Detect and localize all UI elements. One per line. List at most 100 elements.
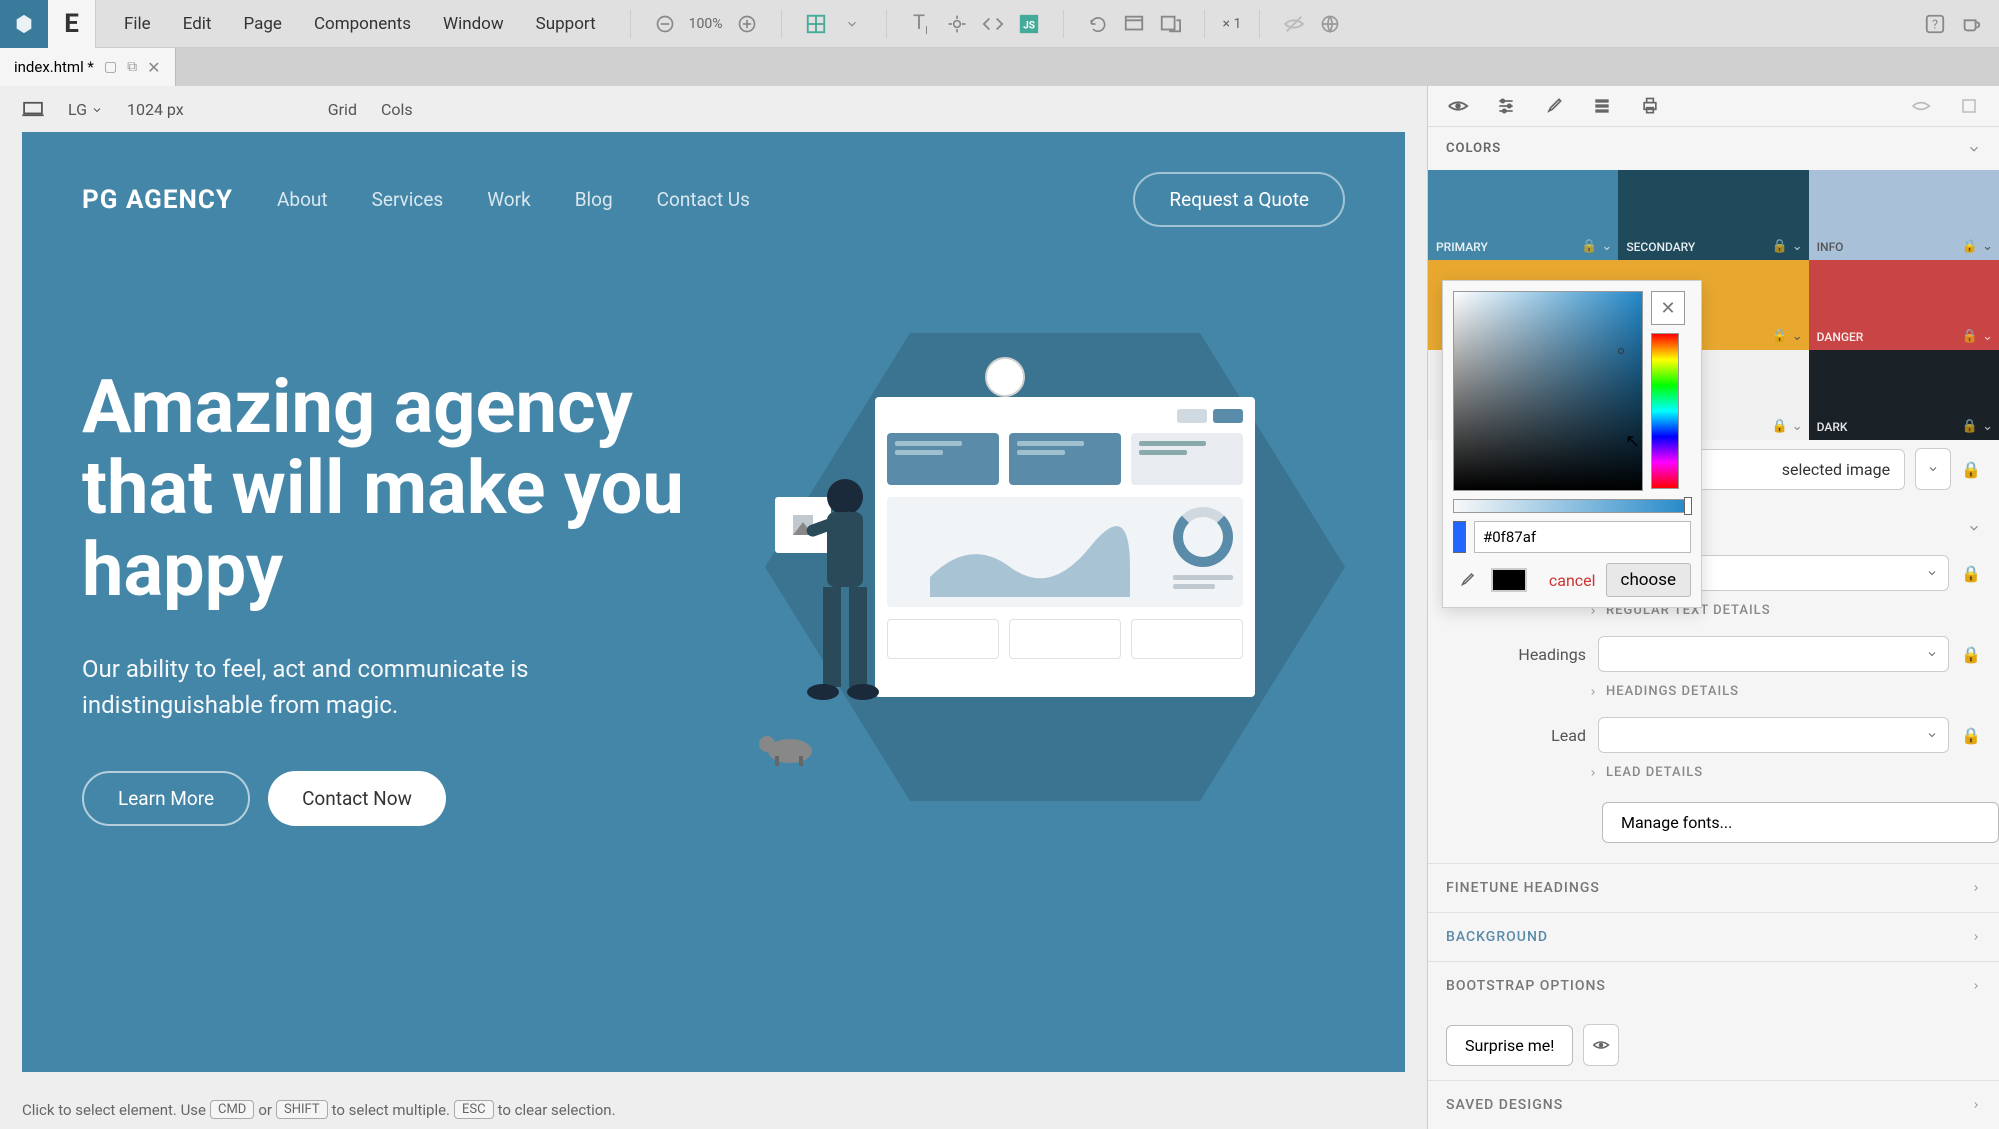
- swatch-primary[interactable]: PRIMARY 🔒⌄: [1428, 170, 1618, 260]
- quote-button[interactable]: Request a Quote: [1133, 172, 1345, 227]
- swatch-danger[interactable]: DANGER 🔒⌄: [1809, 260, 1999, 350]
- nav-contact[interactable]: Contact Us: [657, 188, 750, 211]
- grid-icon[interactable]: [804, 12, 828, 36]
- image-dropdown[interactable]: [1915, 448, 1951, 490]
- nav-blog[interactable]: Blog: [575, 188, 613, 211]
- editor-logo[interactable]: E: [48, 0, 96, 48]
- eyedropper-icon[interactable]: [1453, 566, 1481, 594]
- clock-icon: [985, 357, 1025, 397]
- nav-about[interactable]: About: [277, 188, 328, 211]
- hero-title[interactable]: Amazing agency that will make you happy: [82, 367, 685, 611]
- lock-icon[interactable]: 🔒: [1961, 726, 1981, 745]
- menu-components[interactable]: Components: [298, 14, 427, 34]
- globe-icon[interactable]: [1318, 12, 1342, 36]
- lock-icon[interactable]: 🔒: [1772, 239, 1788, 254]
- lock-icon[interactable]: 🔒: [1772, 329, 1788, 344]
- tab-sliders-icon[interactable]: [1486, 86, 1526, 126]
- chevron-down-icon[interactable]: ⌄: [1792, 329, 1803, 344]
- alpha-slider[interactable]: [1453, 499, 1691, 513]
- colors-section-title[interactable]: COLORS: [1428, 127, 1999, 170]
- js-icon[interactable]: JS: [1017, 12, 1041, 36]
- saved-designs-section[interactable]: SAVED DESIGNS: [1428, 1080, 1999, 1129]
- lock-icon[interactable]: 🔒: [1772, 419, 1788, 434]
- choose-button[interactable]: choose: [1606, 563, 1691, 597]
- menu-file[interactable]: File: [108, 14, 167, 34]
- breakpoint-label[interactable]: LG: [68, 100, 103, 119]
- page-canvas[interactable]: PG AGENCY About Services Work Blog Conta…: [22, 132, 1405, 1072]
- hex-input[interactable]: [1474, 521, 1691, 553]
- chevron-down-icon[interactable]: ⌄: [1601, 239, 1612, 254]
- app-logo-icon[interactable]: [0, 0, 48, 48]
- tab-print-icon[interactable]: [1630, 86, 1670, 126]
- nav-services[interactable]: Services: [372, 188, 444, 211]
- headings-select[interactable]: [1598, 636, 1949, 672]
- finetune-headings-section[interactable]: FINETUNE HEADINGS: [1428, 863, 1999, 912]
- manage-fonts-button[interactable]: Manage fonts...: [1602, 802, 1999, 843]
- saturation-area[interactable]: [1453, 291, 1643, 491]
- swatch-info[interactable]: INFO 🔒⌄: [1809, 170, 1999, 260]
- chevron-down-icon[interactable]: ⌄: [1982, 419, 1993, 434]
- duplicate-icon[interactable]: ⧉: [127, 59, 137, 75]
- lock-icon[interactable]: 🔒: [1961, 460, 1981, 479]
- cols-toggle[interactable]: Cols: [381, 100, 413, 119]
- lock-icon[interactable]: 🔒: [1581, 239, 1597, 254]
- chevron-down-icon[interactable]: [840, 12, 864, 36]
- brand-logo[interactable]: PG AGENCY: [82, 185, 233, 215]
- hero-illustration[interactable]: [725, 367, 1345, 826]
- refresh-design-button[interactable]: [1583, 1024, 1619, 1066]
- bootstrap-options-section[interactable]: BOOTSTRAP OPTIONS: [1428, 961, 1999, 1010]
- chevron-down-icon[interactable]: ⌄: [1792, 419, 1803, 434]
- color-cursor[interactable]: [1618, 348, 1624, 354]
- lock-icon[interactable]: 🔒: [1962, 419, 1978, 434]
- file-tab[interactable]: index.html * ▢ ⧉ ✕: [0, 48, 176, 86]
- device-icon[interactable]: [22, 101, 44, 117]
- help-icon[interactable]: ?: [1923, 12, 1947, 36]
- lock-icon[interactable]: 🔒: [1961, 564, 1981, 583]
- visibility-icon[interactable]: [1282, 12, 1306, 36]
- lead-details[interactable]: LEAD DETAILS: [1588, 759, 1999, 792]
- grid-toggle[interactable]: Grid: [328, 100, 357, 119]
- lock-icon[interactable]: 🔒: [1962, 329, 1978, 344]
- lock-icon[interactable]: 🔒: [1962, 239, 1978, 254]
- tab-brush-icon[interactable]: [1534, 86, 1574, 126]
- device-icon[interactable]: [1122, 12, 1146, 36]
- tab-eye-icon[interactable]: [1438, 86, 1478, 126]
- hero-subtitle[interactable]: Our ability to feel, act and communicate…: [82, 651, 685, 723]
- lock-icon[interactable]: 🔒: [1961, 645, 1981, 664]
- lead-select[interactable]: [1598, 717, 1949, 753]
- preview-icon[interactable]: [1158, 12, 1182, 36]
- menu-window[interactable]: Window: [427, 14, 520, 34]
- refresh-icon[interactable]: [1086, 12, 1110, 36]
- cancel-button[interactable]: cancel: [1549, 571, 1596, 590]
- pointer-icon[interactable]: [945, 12, 969, 36]
- background-section[interactable]: BACKGROUND: [1428, 912, 1999, 961]
- nav-work[interactable]: Work: [487, 188, 530, 211]
- menu-edit[interactable]: Edit: [167, 14, 228, 34]
- kbd-shift: SHIFT: [276, 1100, 328, 1119]
- chevron-down-icon[interactable]: ⌄: [1792, 239, 1803, 254]
- tab-visibility-icon[interactable]: [1901, 86, 1941, 126]
- learn-more-button[interactable]: Learn More: [82, 771, 250, 826]
- headings-details[interactable]: HEADINGS DETAILS: [1588, 678, 1999, 711]
- coffee-icon[interactable]: [1959, 12, 1983, 36]
- text-icon[interactable]: TI: [909, 12, 933, 36]
- chevron-down-icon[interactable]: ⌄: [1982, 329, 1993, 344]
- chevron-down-icon[interactable]: ⌄: [1982, 239, 1993, 254]
- close-picker-button[interactable]: ✕: [1651, 291, 1685, 325]
- close-icon[interactable]: ✕: [147, 58, 160, 77]
- panel-tabs: [1428, 86, 1999, 127]
- alpha-handle[interactable]: [1684, 497, 1692, 515]
- swatch-secondary[interactable]: SECONDARY 🔒⌄: [1618, 170, 1808, 260]
- zoom-in-icon[interactable]: [735, 12, 759, 36]
- window-icon[interactable]: ▢: [104, 59, 117, 75]
- code-icon[interactable]: [981, 12, 1005, 36]
- swatch-dark[interactable]: DARK 🔒⌄: [1809, 350, 1999, 440]
- contact-now-button[interactable]: Contact Now: [268, 771, 446, 826]
- menu-page[interactable]: Page: [227, 14, 297, 34]
- hue-slider[interactable]: [1651, 333, 1679, 489]
- tab-expand-icon[interactable]: [1949, 86, 1989, 126]
- menu-support[interactable]: Support: [520, 14, 612, 34]
- zoom-out-icon[interactable]: [653, 12, 677, 36]
- surprise-me-button[interactable]: Surprise me!: [1446, 1025, 1573, 1066]
- tab-layers-icon[interactable]: [1582, 86, 1622, 126]
